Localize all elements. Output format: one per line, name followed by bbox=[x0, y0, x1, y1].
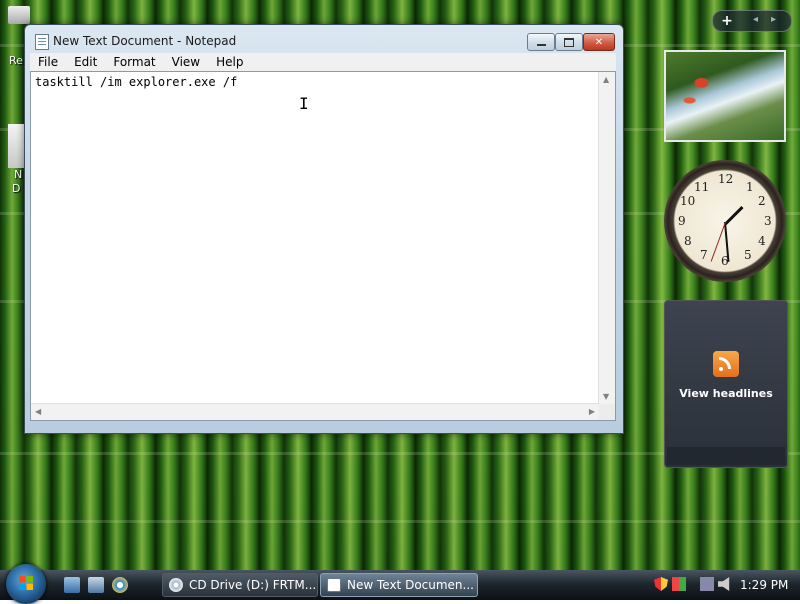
taskbar-button-label: CD Drive (D:) FRTM... bbox=[189, 578, 317, 592]
window-title: New Text Document - Notepad bbox=[53, 34, 237, 48]
close-icon: ✕ bbox=[594, 36, 604, 48]
notepad-icon bbox=[327, 578, 341, 592]
internet-explorer-icon[interactable] bbox=[112, 577, 128, 593]
menu-bar: File Edit Format View Help bbox=[30, 53, 616, 71]
maximize-button[interactable] bbox=[555, 33, 583, 51]
switch-windows-icon[interactable] bbox=[88, 577, 104, 593]
bamboo-node bbox=[0, 520, 800, 523]
horizontal-scrollbar[interactable]: ◀ ▶ bbox=[31, 403, 599, 420]
resize-grip[interactable] bbox=[599, 404, 615, 420]
clock-number: 12 bbox=[718, 172, 734, 186]
clock-hour-hand bbox=[724, 205, 744, 226]
clock-number: 4 bbox=[758, 234, 766, 248]
clock-gadget[interactable]: 12 1 2 3 4 5 6 7 8 9 10 11 bbox=[664, 160, 786, 282]
recycle-bin-icon[interactable] bbox=[8, 6, 30, 24]
desktop-icon-label: Re bbox=[9, 54, 23, 67]
text-cursor-icon: I bbox=[299, 94, 309, 113]
close-button[interactable]: ✕ bbox=[583, 33, 615, 51]
taskbar: CD Drive (D:) FRTM... New Text Documen..… bbox=[0, 564, 800, 604]
next-gadget-button[interactable]: ▸ bbox=[771, 14, 776, 25]
show-desktop-icon[interactable] bbox=[64, 577, 80, 593]
sidebar-controls: + ◂ ▸ bbox=[712, 10, 792, 32]
desktop-icon-label: N bbox=[14, 168, 23, 181]
rss-icon bbox=[713, 351, 739, 377]
taskbar-button-label: New Text Documen... bbox=[347, 578, 474, 592]
volume-icon[interactable] bbox=[718, 577, 730, 591]
scroll-left-icon[interactable]: ◀ bbox=[35, 407, 41, 416]
cd-drive-icon bbox=[169, 578, 183, 592]
system-tray: 1:29 PM bbox=[646, 570, 800, 600]
clock-number: 1 bbox=[746, 180, 754, 194]
network-icon[interactable] bbox=[700, 577, 714, 591]
feed-headlines-gadget[interactable]: View headlines bbox=[664, 300, 788, 468]
scroll-down-icon[interactable]: ▼ bbox=[603, 392, 609, 401]
clock-number: 11 bbox=[694, 180, 710, 194]
vertical-scrollbar[interactable]: ▲ ▼ bbox=[598, 72, 615, 404]
clock-number: 7 bbox=[700, 248, 708, 262]
clock-number: 5 bbox=[744, 248, 752, 262]
menu-file[interactable]: File bbox=[30, 55, 66, 69]
menu-format[interactable]: Format bbox=[105, 55, 163, 69]
menu-view[interactable]: View bbox=[164, 55, 208, 69]
desktop: Re N D New Text Document - Notepad ✕ Fil… bbox=[0, 0, 800, 570]
windows-logo-icon bbox=[19, 576, 33, 590]
clock-number: 3 bbox=[764, 214, 772, 228]
scroll-up-icon[interactable]: ▲ bbox=[603, 75, 609, 84]
clock-number: 9 bbox=[678, 214, 686, 228]
taskbar-button-notepad[interactable]: New Text Documen... bbox=[320, 573, 478, 597]
clock-time[interactable]: 1:29 PM bbox=[740, 578, 788, 592]
add-gadget-button[interactable]: + bbox=[719, 13, 735, 29]
taskbar-button-cd-drive[interactable]: CD Drive (D:) FRTM... bbox=[162, 573, 318, 597]
scroll-right-icon[interactable]: ▶ bbox=[589, 407, 595, 416]
notepad-window[interactable]: New Text Document - Notepad ✕ File Edit … bbox=[24, 24, 624, 434]
clock-number: 8 bbox=[684, 234, 692, 248]
slideshow-gadget[interactable] bbox=[664, 50, 786, 142]
desktop-icon-label: D bbox=[12, 182, 21, 195]
previous-gadget-button[interactable]: ◂ bbox=[753, 14, 758, 25]
maximize-icon bbox=[564, 37, 574, 47]
notepad-app-icon[interactable] bbox=[35, 34, 49, 50]
minimize-button[interactable] bbox=[527, 33, 555, 51]
clock-number: 10 bbox=[680, 194, 696, 208]
document-text[interactable]: tasktill /im explorer.exe /f bbox=[35, 75, 237, 89]
menu-edit[interactable]: Edit bbox=[66, 55, 105, 69]
security-shield-icon[interactable] bbox=[654, 577, 668, 591]
windows-update-icon[interactable] bbox=[672, 577, 686, 591]
start-button[interactable] bbox=[6, 564, 46, 604]
view-headlines-link[interactable]: View headlines bbox=[665, 387, 787, 400]
feed-footer bbox=[667, 447, 785, 465]
minimize-icon bbox=[536, 44, 546, 46]
menu-help[interactable]: Help bbox=[208, 55, 251, 69]
clock-number: 2 bbox=[758, 194, 766, 208]
text-editor-area[interactable]: tasktill /im explorer.exe /f I ▲ ▼ ◀ ▶ bbox=[30, 71, 616, 421]
